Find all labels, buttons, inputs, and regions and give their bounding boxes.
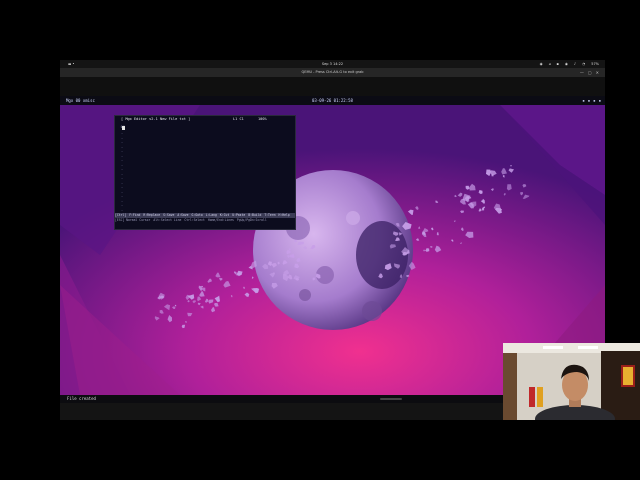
vm-workspaces[interactable]: Mgx 00 xmisc <box>66 96 95 105</box>
host-top-bar: ▬ • Sep 3 14:22 ◉ ◂ ▪ ◉ ♪ ◔ 57% <box>60 60 605 68</box>
editor-file-title: [ Mgx Editor v2.1 New File txt ] <box>121 117 191 121</box>
status-message: File created <box>67 396 96 401</box>
vm-clock: 03-09-26 01:22:58 <box>312 98 353 103</box>
editor-shortcut: R:Replace <box>143 213 161 217</box>
editor-shortcut: F:Find <box>129 213 141 217</box>
editor-shortcut: S:Save <box>163 213 175 217</box>
editor-shortcut: [Ctrl] <box>115 213 127 217</box>
host-clock[interactable]: Sep 3 14:22 <box>60 60 605 68</box>
tray-item[interactable]: ◉ <box>565 60 568 68</box>
vm-tray-icon[interactable]: ▪ <box>582 96 584 105</box>
power-icon[interactable]: ◔ <box>582 60 585 68</box>
editor-hint: Alt:Select Line <box>153 218 182 222</box>
editor-shortcut: H:Help <box>278 213 290 217</box>
close-button[interactable]: ✕ <box>596 68 599 77</box>
editor-shortcut: G:Goto <box>191 213 203 217</box>
editor-hint: PgUp/PgDn:Scroll <box>236 218 267 222</box>
webcam-overlay <box>503 343 640 420</box>
qemu-window-titlebar[interactable]: QEMU - Press Ctrl-Alt-G to exit grab — ▢… <box>60 68 605 77</box>
editor-hint: Ctrl:Select <box>184 218 205 222</box>
editor-shortcut: L:Lang <box>205 213 217 217</box>
battery-level[interactable]: 57% <box>591 60 599 68</box>
text-cursor[interactable] <box>122 126 125 130</box>
editor-shortcut: B:Build <box>248 213 262 217</box>
editor-shortcut: K:Cut <box>219 213 230 217</box>
window-title: QEMU - Press Ctrl-Alt-G to exit grab <box>301 70 364 74</box>
editor-shortcut: A:Save <box>177 213 189 217</box>
volume-icon[interactable]: ♪ <box>574 60 576 68</box>
tray-item[interactable]: ◂ <box>549 60 551 68</box>
editor-hint-bar: [ESC] Normal Cursor Alt:Select Line Ctrl:S… <box>115 218 295 223</box>
empty-line-markers: ~ ~ ~ ~ ~ ~ ~ ~ ~ ~ ~ ~ ~ ~ ~ ~ ~ ~ <box>121 132 125 213</box>
tray-item[interactable]: ▪ <box>556 60 558 68</box>
scroll-indicator <box>380 398 402 400</box>
editor-hint: [ESC] Normal Cursor <box>115 218 151 222</box>
maximize-button[interactable]: ▢ <box>588 68 592 77</box>
editor-shortcut: U:Paste <box>232 213 246 217</box>
editor-shortcut: T:Term <box>264 213 276 217</box>
text-editor-window[interactable]: [ Mgx Editor v2.1 New File txt ] L1 C1 1… <box>114 115 296 230</box>
editor-titlebar: [ Mgx Editor v2.1 New File txt ] L1 C1 1… <box>115 116 295 123</box>
vm-status-bar: Mgx 00 xmisc 03-09-26 01:22:58 ▪ ▪ ▪ ▪ <box>60 96 605 105</box>
vm-tray-icon[interactable]: ▪ <box>599 96 601 105</box>
vm-padding <box>60 77 605 96</box>
webcam-person-image <box>503 343 640 420</box>
tray-item[interactable]: ◉ <box>540 60 543 68</box>
vm-tray-icon[interactable]: ▪ <box>588 96 590 105</box>
cursor-position: L1 C1 <box>233 117 244 121</box>
host-system-tray[interactable]: ◉ ◂ ▪ ◉ ♪ ◔ 57% <box>540 60 599 68</box>
vm-tray-icon[interactable]: ▪ <box>593 96 595 105</box>
scroll-percent: 100% <box>258 117 267 121</box>
minimize-button[interactable]: — <box>580 68 584 77</box>
editor-hint: Home/End:Lines <box>207 218 234 222</box>
